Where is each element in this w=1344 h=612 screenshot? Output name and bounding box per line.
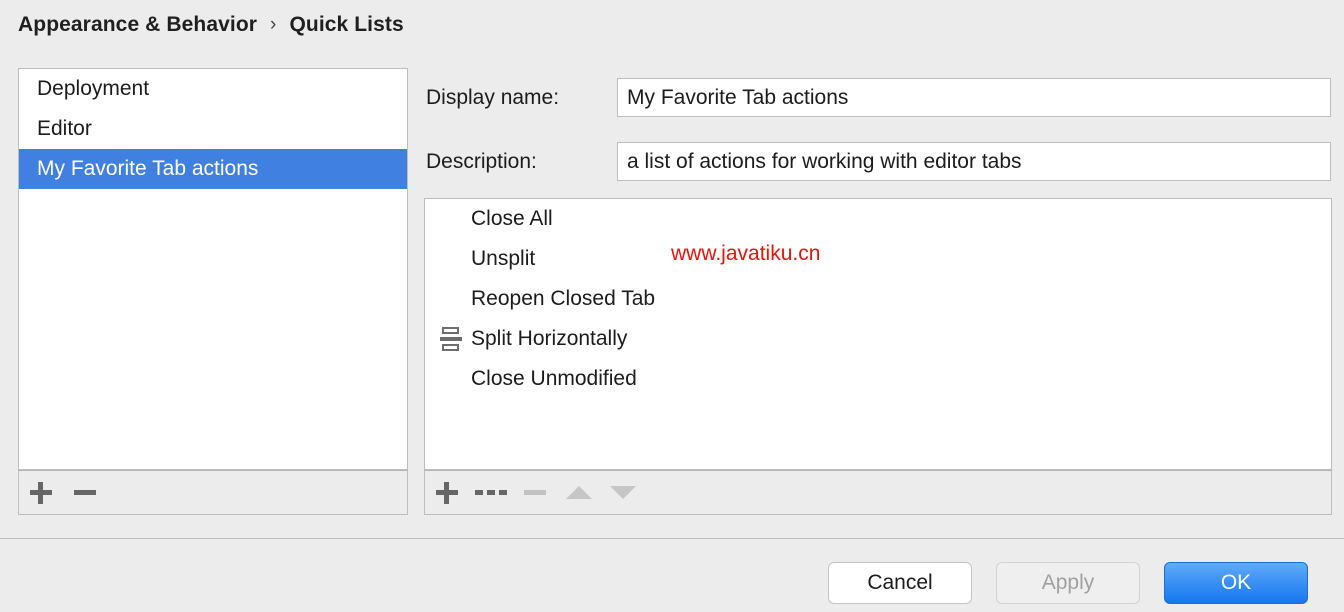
actions-list-panel[interactable]: Close All Unsplit Reopen Closed Tab Spli…	[424, 198, 1332, 470]
display-name-label: Display name:	[426, 85, 560, 109]
apply-button[interactable]: Apply	[996, 562, 1140, 604]
breadcrumb-current: Quick Lists	[289, 13, 404, 36]
footer-bar	[0, 539, 1344, 612]
chevron-right-icon: ›	[270, 14, 277, 35]
list-item-label: My Favorite Tab actions	[37, 157, 259, 180]
watermark: www.javatiku.cn	[671, 242, 821, 265]
description-value: a list of actions for working with edito…	[627, 149, 1022, 173]
action-icon-slot	[431, 279, 471, 319]
action-label: Unsplit	[471, 247, 536, 270]
plus-icon	[436, 481, 458, 504]
cancel-button[interactable]: Cancel	[828, 562, 972, 604]
action-icon-slot	[431, 239, 471, 279]
ok-button-label: OK	[1220, 571, 1252, 594]
action-row[interactable]: Split Horizontally	[425, 319, 1331, 359]
minus-icon	[524, 490, 546, 495]
description-input[interactable]: a list of actions for working with edito…	[617, 142, 1331, 181]
move-action-down-button[interactable]	[601, 471, 645, 515]
action-label: Split Horizontally	[471, 327, 628, 350]
action-row[interactable]: Close All	[425, 199, 1331, 239]
separator-icon	[475, 490, 507, 495]
ok-button[interactable]: OK	[1164, 562, 1308, 604]
plus-icon	[30, 481, 52, 504]
action-icon-slot	[431, 199, 471, 239]
add-separator-button[interactable]	[469, 471, 513, 515]
action-icon-slot	[431, 319, 471, 359]
breadcrumb: Appearance & Behavior › Quick Lists	[18, 13, 404, 37]
remove-action-button[interactable]	[513, 471, 557, 515]
actions-toolbar	[424, 470, 1332, 515]
list-item-selected[interactable]: My Favorite Tab actions	[19, 149, 407, 189]
quick-lists-toolbar	[18, 470, 408, 515]
arrow-down-icon	[610, 486, 636, 499]
quick-lists-panel[interactable]: Deployment Editor My Favorite Tab action…	[18, 68, 408, 470]
description-label: Description:	[426, 149, 537, 173]
display-name-value: My Favorite Tab actions	[627, 85, 849, 109]
action-row[interactable]: Reopen Closed Tab	[425, 279, 1331, 319]
display-name-input[interactable]: My Favorite Tab actions	[617, 78, 1331, 117]
list-item[interactable]: Deployment	[19, 69, 407, 109]
footer-divider	[0, 538, 1344, 539]
action-label: Close All	[471, 207, 553, 230]
move-action-up-button[interactable]	[557, 471, 601, 515]
action-row[interactable]: Close Unmodified	[425, 359, 1331, 399]
minus-icon	[74, 490, 96, 495]
split-horizontally-icon	[440, 327, 462, 351]
arrow-up-icon	[566, 486, 592, 499]
action-label: Reopen Closed Tab	[471, 287, 656, 310]
display-name-row: Display name: My Favorite Tab actions	[426, 78, 1331, 117]
breadcrumb-parent[interactable]: Appearance & Behavior	[18, 13, 257, 37]
action-icon-slot	[431, 359, 471, 399]
add-action-button[interactable]	[425, 471, 469, 515]
list-item[interactable]: Editor	[19, 109, 407, 149]
action-label: Close Unmodified	[471, 367, 637, 390]
action-row[interactable]: Unsplit	[425, 239, 1331, 279]
remove-quick-list-button[interactable]	[63, 471, 107, 515]
list-item-label: Editor	[37, 117, 92, 140]
apply-button-label: Apply	[1041, 571, 1095, 594]
add-quick-list-button[interactable]	[19, 471, 63, 515]
list-item-label: Deployment	[37, 77, 150, 100]
cancel-button-label: Cancel	[867, 571, 933, 594]
description-row: Description: a list of actions for worki…	[426, 142, 1331, 181]
